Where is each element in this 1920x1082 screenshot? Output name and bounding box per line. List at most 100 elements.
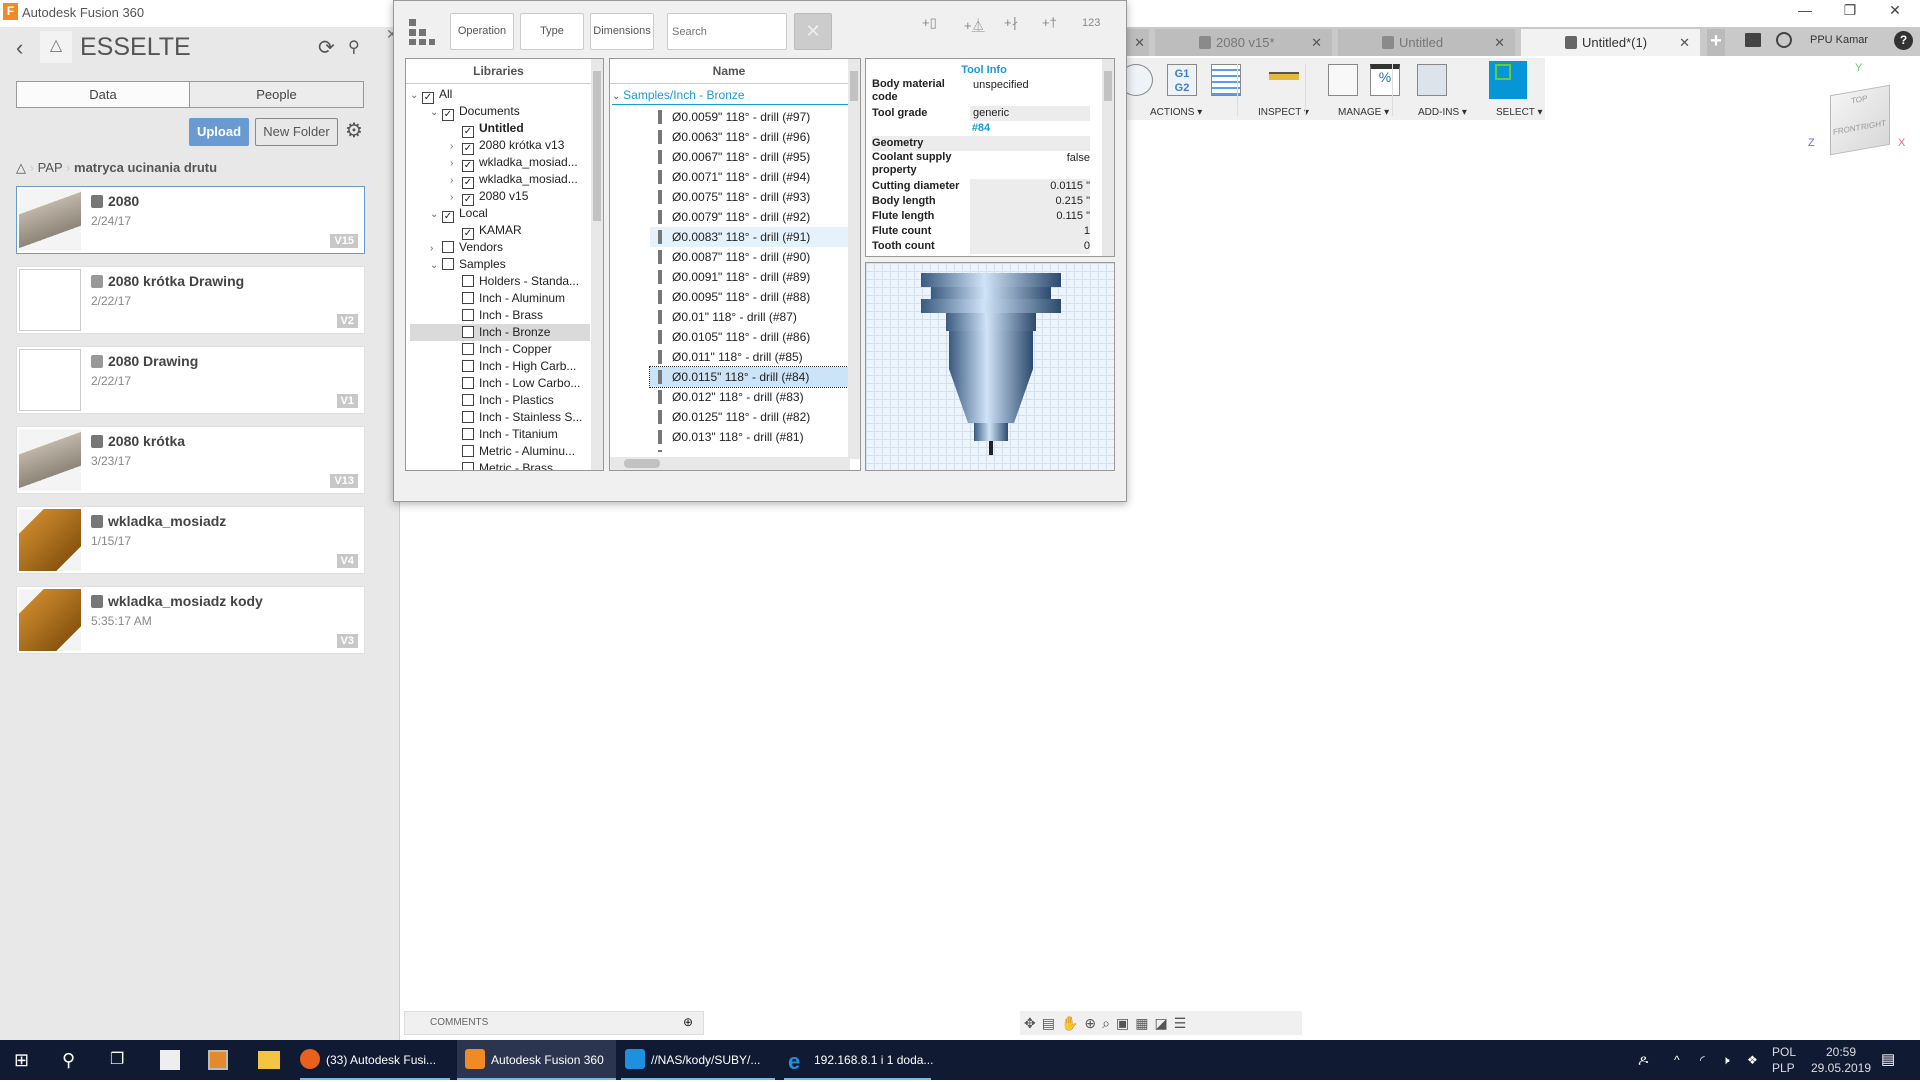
viewcube[interactable]: Y TOP FRONT RIGHT Z X xyxy=(1800,62,1915,172)
tool-row[interactable]: Ø0.0067" 118° - drill (#95) xyxy=(650,147,848,167)
library-item[interactable]: Metric - Aluminu... xyxy=(410,443,590,460)
fit-icon[interactable]: ⌕ xyxy=(1102,1015,1116,1031)
checkbox[interactable] xyxy=(442,258,454,270)
library-item[interactable]: Inch - High Carb... xyxy=(410,358,590,375)
tool-row[interactable]: Ø0.0115" 118° - drill (#84) xyxy=(649,366,848,388)
front-face[interactable]: FRONT xyxy=(1833,123,1861,137)
checkbox[interactable] xyxy=(442,241,454,253)
add-comment-icon[interactable]: ⊕ xyxy=(683,1015,693,1029)
expand-icon[interactable]: ⌄ xyxy=(430,257,442,274)
expand-icon[interactable]: › xyxy=(450,172,462,189)
tab-untitled-1[interactable]: Untitled*(1) ✕ xyxy=(1521,29,1700,56)
type-filter-button[interactable]: Type xyxy=(520,13,584,50)
data-item[interactable]: wkladka_mosiadz 1/15/17 V4 xyxy=(16,506,365,574)
library-item[interactable]: Inch - Aluminum xyxy=(410,290,590,307)
tool-row[interactable]: Ø0.0087" 118° - drill (#90) xyxy=(650,247,848,267)
tool-row[interactable]: Ø0.0135" 118° - drill (#80) xyxy=(650,447,848,452)
close-tab-icon[interactable]: ✕ xyxy=(1679,29,1690,56)
store-icon[interactable] xyxy=(160,1050,180,1070)
library-item[interactable]: Inch - Brass xyxy=(410,307,590,324)
display-settings-icon[interactable]: ▣ xyxy=(1116,1015,1135,1031)
checkbox[interactable] xyxy=(462,343,474,355)
version-badge[interactable]: V13 xyxy=(330,474,358,488)
task-view-icon[interactable]: ❐ xyxy=(110,1040,124,1080)
data-item[interactable]: 2080 krótka 3/23/17 V13 xyxy=(16,426,365,494)
library-item[interactable]: › Vendors xyxy=(410,239,590,256)
library-item[interactable]: Holders - Standa... xyxy=(410,273,590,290)
data-item[interactable]: 2080 Drawing 2/22/17 V1 xyxy=(16,346,365,414)
select-menu[interactable]: SELECT ▾ xyxy=(1496,107,1543,118)
top-face[interactable]: TOP xyxy=(1851,94,1867,106)
taskbar-edge[interactable]: e 192.168.8.1 i 1 doda... xyxy=(788,1040,933,1080)
checkbox[interactable] xyxy=(462,462,474,470)
name-column-header[interactable]: Name xyxy=(610,59,848,84)
expand-icon[interactable]: › xyxy=(450,138,462,155)
measure-icon[interactable] xyxy=(1269,72,1299,80)
version-badge[interactable]: V15 xyxy=(330,234,358,248)
tool-row[interactable]: Ø0.0079" 118° - drill (#92) xyxy=(650,207,848,227)
notifications-icon[interactable]: ▤ xyxy=(1881,1040,1895,1080)
search-icon[interactable]: ⚲ xyxy=(348,37,360,57)
checkbox[interactable] xyxy=(462,360,474,372)
tool-row[interactable]: Ø0.013" 118° - drill (#81) xyxy=(650,427,848,447)
tab-people[interactable]: People xyxy=(190,81,364,108)
pan-hand-icon[interactable]: ✋ xyxy=(1061,1015,1084,1031)
scripts-addins-icon[interactable] xyxy=(1417,64,1447,96)
checkbox[interactable] xyxy=(462,394,474,406)
inspect-menu[interactable]: INSPECT ▾ xyxy=(1258,107,1309,118)
close-tab-icon[interactable]: ✕ xyxy=(1311,29,1322,56)
data-item[interactable]: wkladka_mosiadz kody 5:35:17 AM V3 xyxy=(16,586,365,654)
minimize-button[interactable]: — xyxy=(1790,2,1820,22)
library-item[interactable]: ⌄ ✓ All xyxy=(410,86,590,104)
actions-menu[interactable]: ACTIONS ▾ xyxy=(1150,107,1202,118)
library-item[interactable]: › ✓ 2080 krótka v13 xyxy=(410,137,590,155)
start-windows-icon[interactable]: ⊞ xyxy=(14,1040,29,1080)
addins-menu[interactable]: ADD-INS ▾ xyxy=(1418,107,1467,118)
expand-icon[interactable]: › xyxy=(450,155,462,172)
file-explorer-icon[interactable] xyxy=(258,1051,280,1069)
checkbox[interactable] xyxy=(462,445,474,457)
people-icon[interactable]: ዶ xyxy=(1638,1040,1648,1080)
version-badge[interactable]: V1 xyxy=(336,394,358,408)
tool-info-scrollbar[interactable] xyxy=(1102,59,1114,256)
library-item[interactable]: Inch - Bronze xyxy=(410,324,590,341)
library-item[interactable]: ✓ Untitled xyxy=(410,120,590,138)
grid-icon[interactable]: ▦ xyxy=(1135,1015,1154,1031)
viewports-icon[interactable]: ◪ xyxy=(1154,1015,1173,1031)
group-by-icon[interactable] xyxy=(409,19,435,45)
version-badge[interactable]: V4 xyxy=(336,554,358,568)
volume-muted-icon[interactable]: 🕨 xyxy=(1722,1040,1730,1080)
tool-row[interactable]: Ø0.0091" 118° - drill (#89) xyxy=(650,267,848,287)
user-name[interactable]: PPU Kamar xyxy=(1810,34,1868,46)
settings-gear-icon[interactable]: ⚙ xyxy=(345,118,363,143)
orbit-icon[interactable]: ✥ xyxy=(1024,1015,1042,1031)
refresh-icon[interactable]: ⟳ xyxy=(318,35,335,60)
tab-partial[interactable]: ✕ xyxy=(1127,29,1149,56)
show-hidden-icons[interactable]: ^ xyxy=(1674,1040,1680,1080)
library-item[interactable]: ⌄ ✓ Local xyxy=(410,205,590,223)
job-status-clock-icon[interactable] xyxy=(1776,32,1792,48)
comments-icon[interactable] xyxy=(1745,33,1761,47)
taskbar-fusion[interactable]: Autodesk Fusion 360 xyxy=(457,1040,616,1080)
post-process-g1g2-icon[interactable]: G1 G2 xyxy=(1167,64,1197,96)
breadcrumb-pap[interactable]: PAP xyxy=(38,160,63,175)
tool-preview[interactable] xyxy=(865,262,1115,471)
library-item[interactable]: Metric - Brass xyxy=(410,460,590,470)
restore-button[interactable]: ❐ xyxy=(1835,2,1865,22)
wifi-icon[interactable]: ◜ xyxy=(1700,1040,1705,1080)
library-item[interactable]: Inch - Titanium xyxy=(410,426,590,443)
viewcube-box[interactable]: TOP FRONT RIGHT xyxy=(1830,84,1890,156)
search-icon[interactable]: ⚲ xyxy=(62,1040,75,1080)
version-badge[interactable]: V2 xyxy=(336,314,358,328)
libraries-scrollbar[interactable] xyxy=(591,59,603,470)
library-item[interactable]: ⌄ ✓ Documents xyxy=(410,103,590,121)
renumber-icon[interactable]: 123 xyxy=(1082,17,1100,29)
back-icon[interactable]: ‹ xyxy=(16,35,23,61)
checkbox[interactable] xyxy=(462,309,474,321)
new-folder-button[interactable]: New Folder xyxy=(255,118,338,146)
tool-row[interactable]: Ø0.0071" 118° - drill (#94) xyxy=(650,167,848,187)
dropbox-icon[interactable]: ❖ xyxy=(1747,1040,1758,1080)
zoom-icon[interactable]: ⊕ xyxy=(1084,1015,1102,1031)
manage-menu[interactable]: MANAGE ▾ xyxy=(1338,107,1389,118)
tool-row[interactable]: Ø0.01" 118° - drill (#87) xyxy=(650,307,848,327)
